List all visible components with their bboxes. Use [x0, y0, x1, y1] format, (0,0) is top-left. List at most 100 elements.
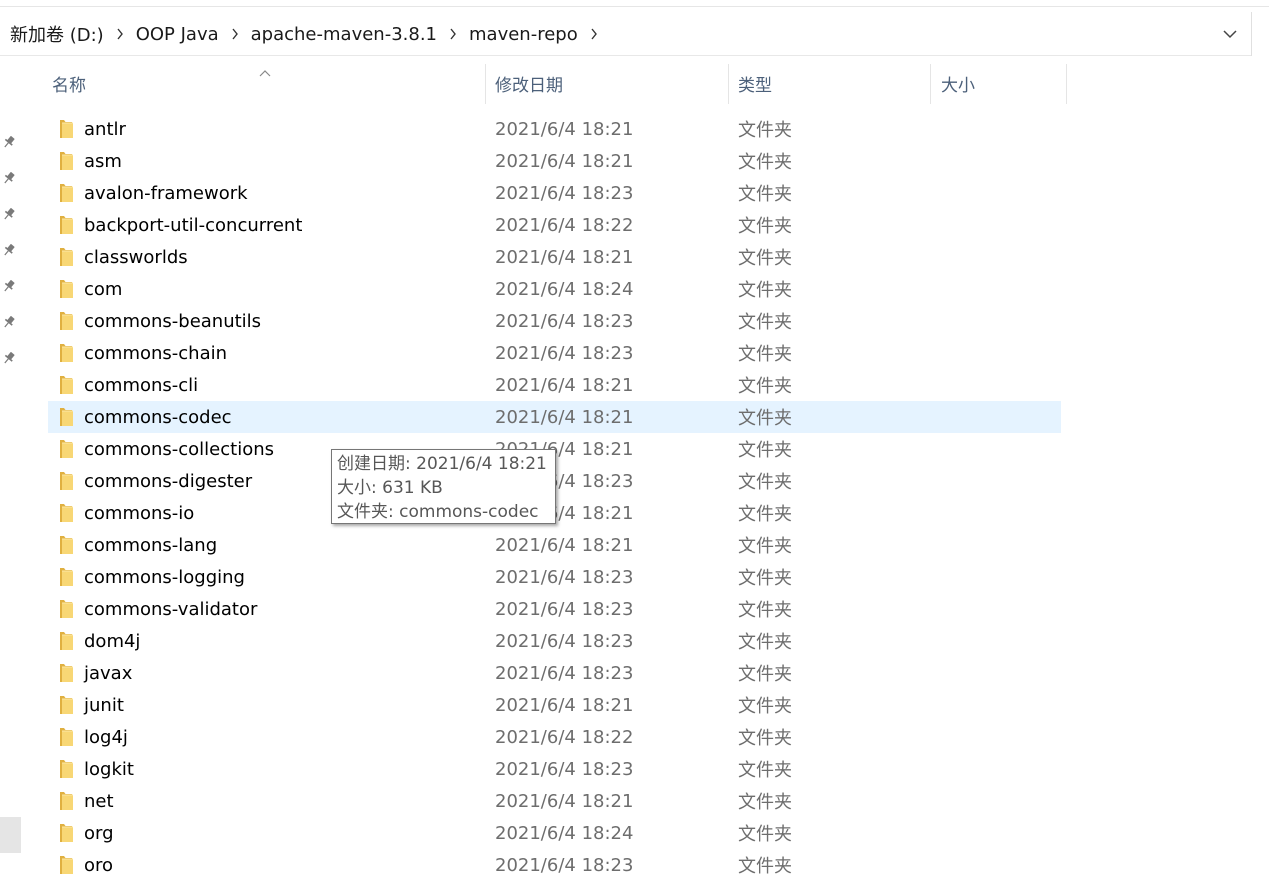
file-name[interactable]: net [84, 785, 114, 817]
chevron-right-icon[interactable] [580, 12, 608, 56]
file-row[interactable]: dom4j 2021/6/4 18:23 文件夹 [48, 625, 1061, 657]
file-type: 文件夹 [738, 344, 792, 365]
file-name[interactable]: commons-logging [84, 561, 245, 593]
file-name[interactable]: commons-cli [84, 369, 198, 401]
file-name[interactable]: com [84, 273, 122, 305]
file-name[interactable]: javax [84, 657, 132, 689]
file-row[interactable]: commons-lang 2021/6/4 18:21 文件夹 [48, 529, 1061, 561]
file-name[interactable]: asm [84, 145, 122, 177]
file-type: 文件夹 [738, 312, 792, 333]
file-date: 2021/6/4 18:23 [495, 342, 634, 364]
file-type: 文件夹 [738, 152, 792, 173]
file-name[interactable]: antlr [84, 113, 126, 145]
file-row[interactable]: commons-beanutils 2021/6/4 18:23 文件夹 [48, 305, 1061, 337]
column-name[interactable]: 名称 [52, 62, 485, 104]
file-type: 文件夹 [738, 408, 792, 429]
breadcrumb-oop-java[interactable]: OOP Java [134, 24, 221, 45]
file-row[interactable]: avalon-framework 2021/6/4 18:23 文件夹 [48, 177, 1061, 209]
pin-icon[interactable] [1, 314, 17, 330]
file-name[interactable]: commons-io [84, 497, 194, 529]
file-date: 2021/6/4 18:23 [495, 662, 634, 684]
chevron-down-icon[interactable] [1216, 12, 1244, 56]
file-row[interactable]: antlr 2021/6/4 18:21 文件夹 [48, 113, 1061, 145]
file-date: 2021/6/4 18:21 [495, 246, 634, 268]
pin-icon[interactable] [1, 170, 17, 186]
file-type: 文件夹 [738, 664, 792, 685]
column-divider[interactable] [930, 64, 931, 104]
file-row[interactable]: logkit 2021/6/4 18:23 文件夹 [48, 753, 1061, 785]
file-type: 文件夹 [738, 568, 792, 589]
file-name[interactable]: commons-codec [84, 401, 232, 433]
file-name[interactable]: commons-digester [84, 465, 252, 497]
file-row[interactable]: commons-codec 2021/6/4 18:21 文件夹 [48, 401, 1061, 433]
file-date: 2021/6/4 18:21 [495, 374, 634, 396]
file-type: 文件夹 [738, 536, 792, 557]
file-tooltip: 创建日期: 2021/6/4 18:21 大小: 631 KB 文件夹: com… [331, 449, 556, 524]
file-name[interactable]: oro [84, 849, 113, 881]
file-date: 2021/6/4 18:21 [495, 406, 634, 428]
chevron-right-icon[interactable] [439, 12, 467, 56]
column-divider[interactable] [485, 64, 486, 104]
breadcrumb-apache-maven[interactable]: apache-maven-3.8.1 [249, 24, 439, 45]
column-divider[interactable] [1066, 64, 1067, 104]
pin-icon[interactable] [1, 350, 17, 366]
file-name[interactable]: junit [84, 689, 124, 721]
file-type: 文件夹 [738, 184, 792, 205]
file-name[interactable]: avalon-framework [84, 177, 248, 209]
file-date: 2021/6/4 18:24 [495, 278, 634, 300]
address-bar-divider [1251, 12, 1252, 56]
folder-icon [58, 119, 74, 139]
file-name[interactable]: log4j [84, 721, 128, 753]
breadcrumb-drive[interactable]: 新加卷 (D:) [8, 21, 106, 47]
file-row[interactable]: classworlds 2021/6/4 18:21 文件夹 [48, 241, 1061, 273]
column-divider[interactable] [728, 64, 729, 104]
file-name[interactable]: commons-beanutils [84, 305, 261, 337]
file-name[interactable]: commons-validator [84, 593, 257, 625]
file-type: 文件夹 [738, 696, 792, 717]
file-row[interactable]: junit 2021/6/4 18:21 文件夹 [48, 689, 1061, 721]
breadcrumb-maven-repo[interactable]: maven-repo [467, 24, 580, 45]
file-row[interactable]: asm 2021/6/4 18:21 文件夹 [48, 145, 1061, 177]
folder-icon [58, 439, 74, 459]
file-type: 文件夹 [738, 504, 792, 525]
folder-icon [58, 599, 74, 619]
pin-icon[interactable] [1, 278, 17, 294]
file-row[interactable]: oro 2021/6/4 18:23 文件夹 [48, 849, 1061, 881]
file-name[interactable]: dom4j [84, 625, 140, 657]
file-row[interactable]: javax 2021/6/4 18:23 文件夹 [48, 657, 1061, 689]
chevron-right-icon[interactable] [106, 12, 134, 56]
file-name[interactable]: commons-lang [84, 529, 217, 561]
file-row[interactable]: log4j 2021/6/4 18:22 文件夹 [48, 721, 1061, 753]
file-date: 2021/6/4 18:21 [495, 150, 634, 172]
column-size[interactable]: 大小 [941, 62, 1066, 104]
folder-icon [58, 791, 74, 811]
pin-icon[interactable] [1, 206, 17, 222]
pin-icon[interactable] [1, 242, 17, 258]
chevron-right-icon[interactable] [221, 12, 249, 56]
file-row[interactable]: org 2021/6/4 18:24 文件夹 [48, 817, 1061, 849]
file-name[interactable]: org [84, 817, 114, 849]
file-date: 2021/6/4 18:22 [495, 726, 634, 748]
column-type[interactable]: 类型 [738, 62, 930, 104]
folder-icon [58, 247, 74, 267]
address-bar[interactable]: 新加卷 (D:) OOP Java apache-maven-3.8.1 mav… [0, 12, 1252, 56]
file-row[interactable]: net 2021/6/4 18:21 文件夹 [48, 785, 1061, 817]
file-name[interactable]: classworlds [84, 241, 188, 273]
folder-icon [58, 535, 74, 555]
file-row[interactable]: commons-cli 2021/6/4 18:21 文件夹 [48, 369, 1061, 401]
file-name[interactable]: backport-util-concurrent [84, 209, 302, 241]
file-date: 2021/6/4 18:21 [495, 790, 634, 812]
nav-pane-scrollbar[interactable] [0, 817, 21, 853]
file-row[interactable]: backport-util-concurrent 2021/6/4 18:22 文件… [48, 209, 1061, 241]
pin-icon[interactable] [1, 134, 17, 150]
file-row[interactable]: commons-validator 2021/6/4 18:23 文件夹 [48, 593, 1061, 625]
file-row[interactable]: com 2021/6/4 18:24 文件夹 [48, 273, 1061, 305]
file-name[interactable]: logkit [84, 753, 134, 785]
file-name[interactable]: commons-chain [84, 337, 227, 369]
file-row[interactable]: commons-logging 2021/6/4 18:23 文件夹 [48, 561, 1061, 593]
file-type: 文件夹 [738, 248, 792, 269]
column-date[interactable]: 修改日期 [495, 62, 728, 104]
folder-icon [58, 279, 74, 299]
file-name[interactable]: commons-collections [84, 433, 274, 465]
file-row[interactable]: commons-chain 2021/6/4 18:23 文件夹 [48, 337, 1061, 369]
